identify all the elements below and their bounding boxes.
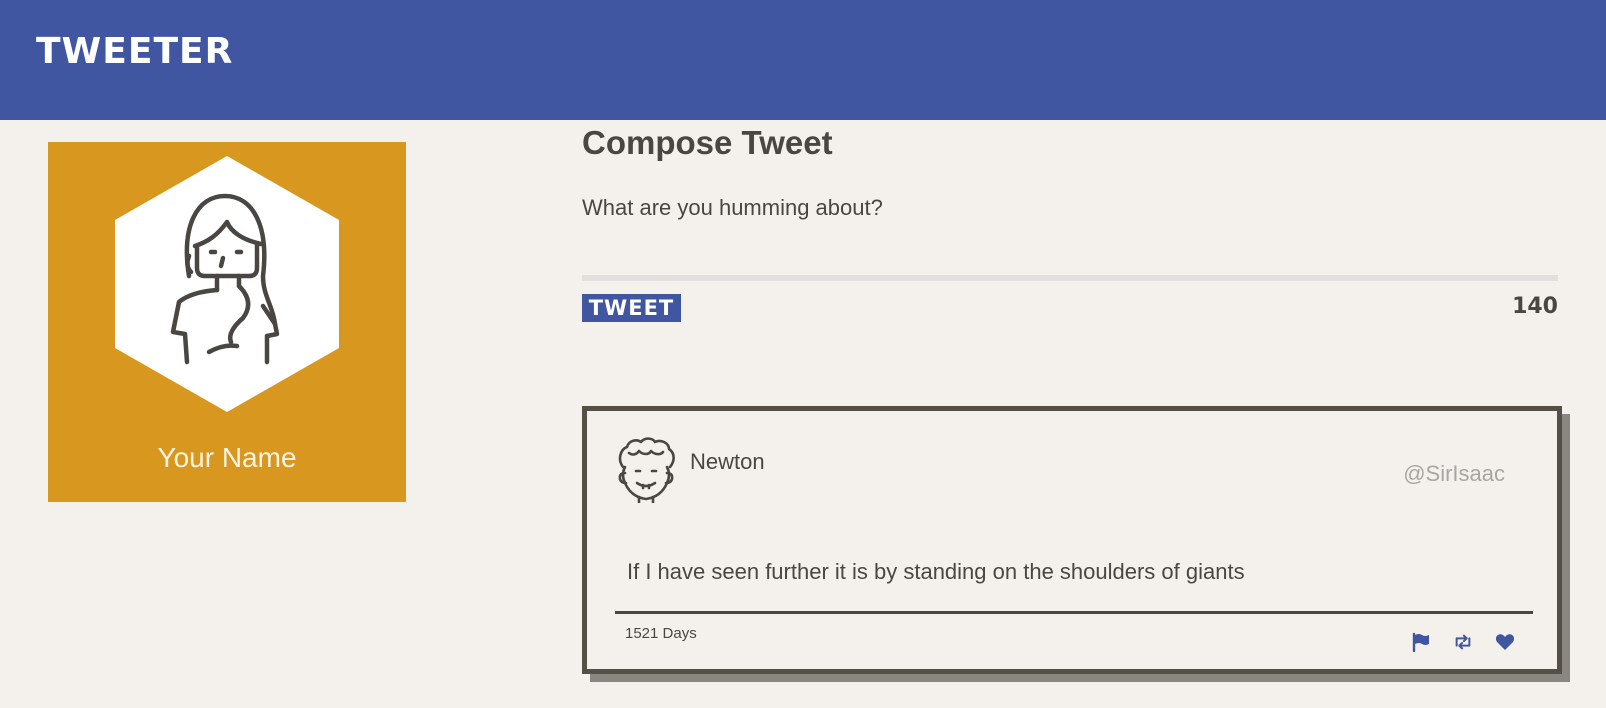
tweet-author-name: Newton bbox=[690, 449, 765, 474]
top-nav-bar: TWEETER bbox=[0, 0, 1606, 120]
tweet-actions bbox=[1411, 632, 1515, 652]
tweet-divider bbox=[615, 611, 1533, 614]
profile-avatar-icon bbox=[115, 156, 339, 412]
tweet-card: Newton @SirIsaac If I have seen further … bbox=[582, 406, 1562, 674]
profile-name: Your Name bbox=[157, 442, 297, 473]
tweet-timestamp: 1521 Days bbox=[625, 625, 697, 642]
app-logo[interactable]: TWEETER bbox=[36, 34, 233, 70]
heart-icon[interactable] bbox=[1495, 632, 1515, 652]
compose-divider bbox=[582, 275, 1558, 281]
tweet-button[interactable]: TWEET bbox=[582, 294, 681, 322]
retweet-icon[interactable] bbox=[1453, 632, 1473, 652]
compose-input[interactable] bbox=[582, 190, 1558, 226]
author-avatar-icon bbox=[618, 437, 675, 503]
compose-title: Compose Tweet bbox=[582, 124, 833, 161]
profile-card: Your Name bbox=[48, 142, 406, 502]
character-counter: 140 bbox=[1512, 294, 1558, 319]
tweet-body: If I have seen further it is by standing… bbox=[627, 559, 1245, 584]
tweet-author-handle: @SirIsaac bbox=[1403, 461, 1505, 486]
flag-icon[interactable] bbox=[1411, 632, 1431, 652]
